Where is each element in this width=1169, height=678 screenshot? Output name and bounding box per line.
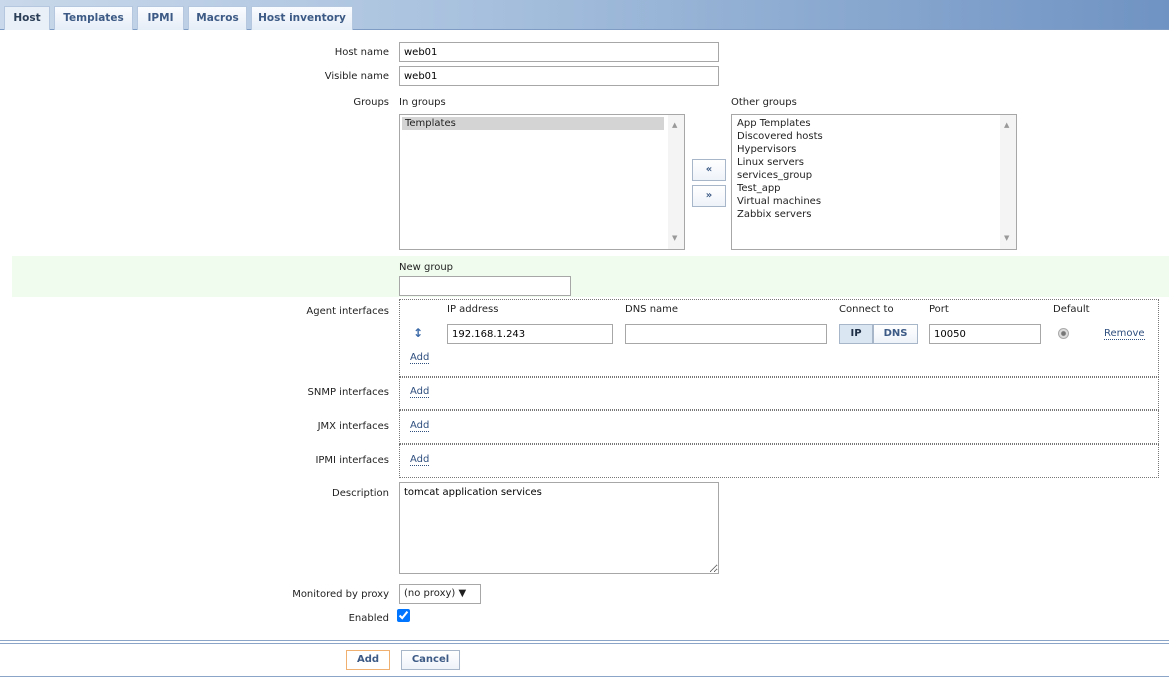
cancel-button[interactable]: Cancel (401, 650, 460, 670)
tab-macros[interactable]: Macros (188, 6, 247, 30)
list-item[interactable]: Templates (402, 117, 664, 130)
dns-name-header: DNS name (625, 304, 679, 315)
connect-ip-button[interactable]: IP (839, 324, 873, 344)
proxy-select[interactable]: (no proxy) ▼ (399, 584, 481, 604)
in-groups-label: In groups (399, 97, 446, 108)
list-item[interactable]: Virtual machines (734, 195, 1014, 208)
new-group-row (12, 256, 1169, 297)
tab-host[interactable]: Host (4, 6, 50, 30)
scrollbar[interactable]: ▲ ▼ (1000, 115, 1016, 249)
jmx-interfaces-label: JMX interfaces (317, 421, 389, 432)
ipmi-interfaces-label: IPMI interfaces (315, 455, 389, 466)
snmp-interfaces-label: SNMP interfaces (307, 387, 389, 398)
ip-address-input[interactable] (447, 324, 613, 344)
list-item[interactable]: services_group (734, 169, 1014, 182)
connect-dns-button[interactable]: DNS (873, 324, 918, 344)
list-item[interactable]: Test_app (734, 182, 1014, 195)
host-name-label: Host name (334, 47, 389, 58)
other-groups-list[interactable]: App Templates Discovered hosts Hypervisors… (731, 114, 1017, 250)
visible-name-input[interactable] (399, 66, 719, 86)
list-item[interactable]: Zabbix servers (734, 208, 1014, 221)
other-groups-label: Other groups (731, 97, 797, 108)
list-item[interactable]: Linux servers (734, 156, 1014, 169)
groups-label: Groups (353, 97, 389, 108)
add-agent-interface-link[interactable]: Add (410, 352, 430, 364)
divider (0, 640, 1169, 644)
connect-to-header: Connect to (839, 304, 894, 315)
agent-interfaces-label: Agent interfaces (306, 306, 389, 317)
description-textarea[interactable]: tomcat application services (399, 482, 719, 574)
new-group-label: New group (399, 262, 454, 273)
add-button[interactable]: Add (346, 650, 390, 670)
list-item[interactable]: App Templates (734, 117, 1014, 130)
port-input[interactable] (929, 324, 1041, 344)
list-item[interactable]: Discovered hosts (734, 130, 1014, 143)
description-label: Description (332, 488, 389, 499)
remove-interface-link[interactable]: Remove (1104, 328, 1145, 340)
divider (0, 676, 1169, 677)
tab-bar: Host Templates IPMI Macros Host inventor… (0, 0, 1169, 30)
proxy-label: Monitored by proxy (292, 589, 389, 600)
snmp-interfaces-box (399, 377, 1159, 410)
default-header: Default (1053, 304, 1090, 315)
add-snmp-interface-link[interactable]: Add (410, 386, 430, 398)
scrollbar[interactable]: ▲ ▼ (668, 115, 684, 249)
move-left-button[interactable]: « (692, 159, 726, 181)
tab-ipmi[interactable]: IPMI (137, 6, 184, 30)
proxy-value: (no proxy) (404, 588, 456, 599)
enabled-label: Enabled (348, 613, 389, 624)
dns-name-input[interactable] (625, 324, 827, 344)
default-radio[interactable] (1058, 328, 1069, 339)
dropdown-arrow-icon: ▼ (458, 588, 467, 599)
drag-handle-icon[interactable]: ↕ (413, 326, 423, 340)
move-right-button[interactable]: » (692, 185, 726, 207)
enabled-checkbox[interactable] (397, 609, 410, 622)
jmx-interfaces-box (399, 410, 1159, 444)
ip-address-header: IP address (447, 304, 499, 315)
add-jmx-interface-link[interactable]: Add (410, 420, 430, 432)
visible-name-label: Visible name (324, 71, 389, 82)
tab-host-inventory[interactable]: Host inventory (251, 6, 353, 30)
port-header: Port (929, 304, 949, 315)
add-ipmi-interface-link[interactable]: Add (410, 454, 430, 466)
tab-templates[interactable]: Templates (54, 6, 133, 30)
new-group-input[interactable] (399, 276, 571, 296)
list-item[interactable]: Hypervisors (734, 143, 1014, 156)
host-name-input[interactable] (399, 42, 719, 62)
in-groups-list[interactable]: Templates ▲ ▼ (399, 114, 685, 250)
ipmi-interfaces-box (399, 444, 1159, 478)
